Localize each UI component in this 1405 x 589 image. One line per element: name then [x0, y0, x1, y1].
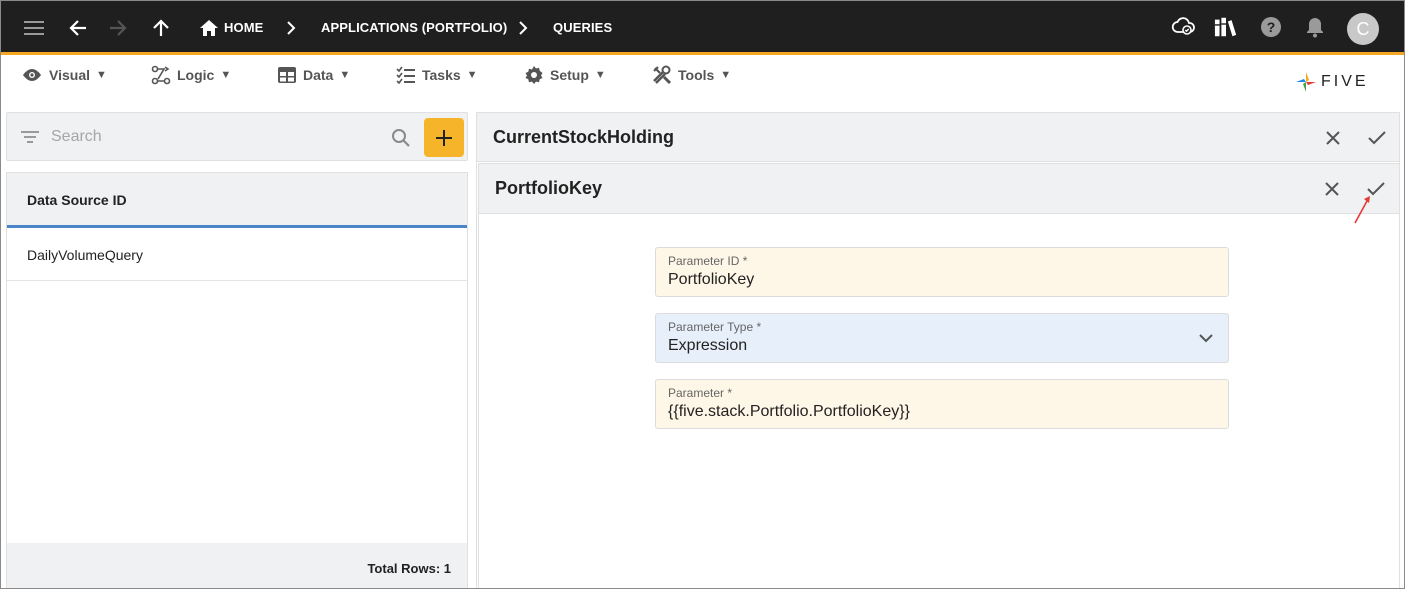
- forward-arrow-icon[interactable]: [106, 16, 130, 40]
- filter-icon[interactable]: [21, 130, 39, 144]
- help-icon[interactable]: ?: [1259, 15, 1283, 39]
- five-logo-icon: [1296, 72, 1316, 92]
- cloud-check-icon[interactable]: [1171, 14, 1195, 38]
- list-footer: Total Rows: 1: [7, 543, 467, 588]
- query-title: CurrentStockHolding: [493, 127, 675, 147]
- eye-icon: [23, 69, 41, 81]
- library-books-icon[interactable]: [1214, 15, 1238, 39]
- menu-logic-label: Logic: [177, 67, 215, 83]
- breadcrumb-applications[interactable]: APPLICATIONS (PORTFOLIO): [321, 20, 507, 35]
- back-arrow-icon[interactable]: [66, 16, 90, 40]
- close-button[interactable]: [1321, 126, 1345, 150]
- save-button[interactable]: [1365, 126, 1389, 150]
- add-button[interactable]: [424, 118, 464, 157]
- parameter-label: Parameter *: [668, 386, 733, 400]
- data-source-list: Data Source ID DailyVolumeQuery Total Ro…: [6, 172, 468, 588]
- five-logo: FIVE: [1295, 71, 1369, 93]
- parameter-type-select[interactable]: Parameter Type * Expression: [655, 313, 1229, 363]
- check-icon: [1368, 131, 1386, 145]
- chevron-right-icon: [279, 16, 303, 40]
- total-rows: Total Rows: 1: [367, 561, 451, 576]
- parameter-panel: PortfolioKey: [478, 163, 1400, 588]
- top-bar: HOME APPLICATIONS (PORTFOLIO) QUERIES ? …: [1, 1, 1404, 55]
- column-header[interactable]: Data Source ID: [7, 173, 467, 228]
- parameter-id-label: Parameter ID *: [668, 254, 748, 268]
- list-item-label: DailyVolumeQuery: [27, 247, 143, 263]
- app-window: HOME APPLICATIONS (PORTFOLIO) QUERIES ? …: [0, 0, 1405, 589]
- list-item[interactable]: DailyVolumeQuery: [7, 231, 467, 281]
- query-panel-header: CurrentStockHolding: [477, 113, 1399, 162]
- plus-icon: [436, 129, 452, 146]
- svg-text:?: ?: [1267, 19, 1276, 35]
- menu-visual-label: Visual: [49, 67, 90, 83]
- annotation-arrow-icon: [1354, 196, 1370, 224]
- parameter-id-field[interactable]: Parameter ID * PortfolioKey: [655, 247, 1229, 297]
- parameter-type-value[interactable]: Expression: [668, 337, 747, 355]
- menu-logic[interactable]: Logic ▼: [151, 64, 231, 86]
- parameter-title: PortfolioKey: [495, 178, 603, 198]
- check-icon: [1367, 182, 1385, 196]
- menu-tools-label: Tools: [678, 67, 715, 83]
- menu-tools[interactable]: Tools ▼: [652, 64, 731, 86]
- caret-down-icon: ▼: [466, 69, 478, 81]
- search-bar: [6, 112, 468, 161]
- caret-down-icon: ▼: [720, 69, 732, 81]
- parameter-close-button[interactable]: [1320, 177, 1344, 201]
- caret-down-icon: ▼: [220, 69, 232, 81]
- home-icon[interactable]: [197, 16, 221, 40]
- parameter-value[interactable]: {{five.stack.Portfolio.PortfolioKey}}: [668, 403, 910, 421]
- parameter-type-label: Parameter Type *: [668, 320, 762, 334]
- search-icon[interactable]: [391, 128, 411, 148]
- menu-tasks-label: Tasks: [422, 67, 461, 83]
- notification-bell-icon[interactable]: [1303, 15, 1327, 39]
- column-header-label: Data Source ID: [27, 192, 127, 208]
- menu-bar: Visual ▼ Logic ▼ Data ▼ Tasks ▼ Setup ▼ …: [1, 58, 1404, 98]
- menu-setup[interactable]: Setup ▼: [524, 64, 606, 86]
- close-icon: [1326, 131, 1340, 145]
- menu-data[interactable]: Data ▼: [277, 64, 350, 86]
- chevron-down-icon[interactable]: [1198, 330, 1214, 346]
- tasks-icon: [396, 66, 415, 84]
- hamburger-menu-icon[interactable]: [22, 16, 46, 40]
- close-icon: [1325, 182, 1339, 196]
- parameter-panel-header: PortfolioKey: [479, 164, 1399, 214]
- tools-icon: [653, 65, 672, 85]
- menu-visual[interactable]: Visual ▼: [21, 64, 107, 86]
- menu-tasks[interactable]: Tasks ▼: [396, 64, 478, 86]
- caret-down-icon: ▼: [339, 69, 351, 81]
- logo-text: FIVE: [1321, 73, 1369, 90]
- avatar[interactable]: C: [1347, 13, 1379, 45]
- caret-down-icon: ▼: [96, 69, 107, 81]
- up-arrow-icon[interactable]: [149, 16, 173, 40]
- logic-icon: [151, 65, 171, 85]
- parameter-id-value[interactable]: PortfolioKey: [668, 271, 754, 289]
- search-input[interactable]: [51, 125, 371, 149]
- breadcrumb-home[interactable]: HOME: [224, 20, 263, 35]
- chevron-right-icon: [511, 16, 535, 40]
- parameter-field[interactable]: Parameter * {{five.stack.Portfolio.Portf…: [655, 379, 1229, 429]
- menu-data-label: Data: [303, 67, 334, 83]
- menu-setup-label: Setup: [550, 67, 589, 83]
- breadcrumb-queries[interactable]: QUERIES: [553, 20, 612, 35]
- gear-icon: [525, 66, 543, 84]
- caret-down-icon: ▼: [594, 69, 606, 81]
- table-icon: [278, 67, 296, 83]
